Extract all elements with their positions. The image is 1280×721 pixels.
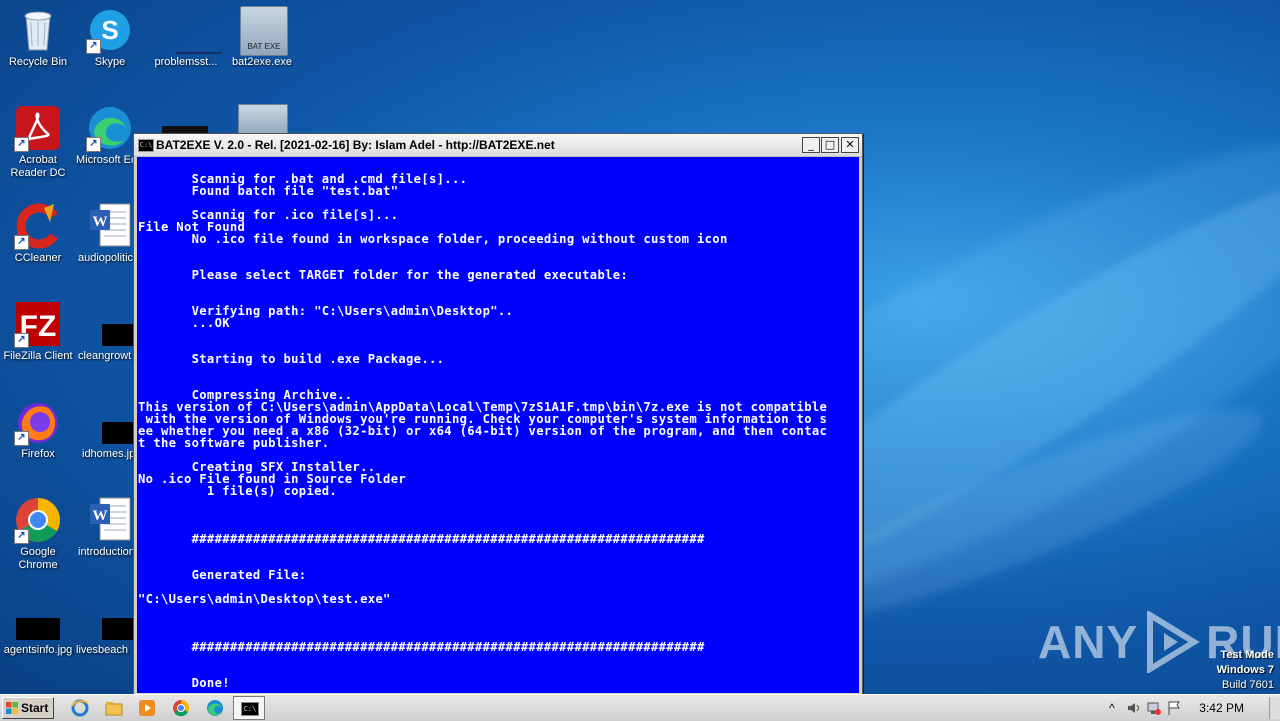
desktop-icon-agentsinfo[interactable]: agentsinfo.jpg xyxy=(0,604,76,657)
shortcut-arrow-icon: ↗ xyxy=(14,431,29,446)
image-file-icon xyxy=(14,604,62,642)
acrobat-icon: ↗ xyxy=(14,104,62,152)
desktop-icon-label: Recycle Bin xyxy=(8,56,68,68)
volume-icon[interactable] xyxy=(1126,700,1142,716)
firefox-icon: ↗ xyxy=(14,398,62,446)
image-file-icon xyxy=(86,398,146,446)
close-button[interactable]: ✕ xyxy=(841,137,859,153)
maximize-button[interactable]: □ xyxy=(821,137,839,153)
show-hidden-icons-icon[interactable]: ^ xyxy=(1104,700,1120,716)
desktop-icon-filezilla[interactable]: FZ ↗ FileZilla Client xyxy=(0,300,76,363)
console-window[interactable]: C:\ BAT2EXE V. 2.0 - Rel. [2021-02-16] B… xyxy=(133,133,863,697)
play-logo-icon xyxy=(1147,611,1200,673)
desktop-icon-label: Google Chrome xyxy=(18,546,58,571)
console-title: BAT2EXE V. 2.0 - Rel. [2021-02-16] By: I… xyxy=(156,138,555,152)
system-tray: ^ 3:42 PM xyxy=(1100,695,1280,721)
chrome-taskbar-icon[interactable] xyxy=(171,698,191,718)
console-titlebar[interactable]: C:\ BAT2EXE V. 2.0 - Rel. [2021-02-16] B… xyxy=(134,134,862,157)
shortcut-arrow-icon: ↗ xyxy=(14,333,29,348)
shortcut-arrow-icon: ↗ xyxy=(14,137,29,152)
windows-version-text: Windows 7 xyxy=(1216,664,1274,676)
minimize-button[interactable]: _ xyxy=(802,137,820,153)
start-button[interactable]: Start xyxy=(2,697,54,719)
taskbar-console-button[interactable]: C:\ xyxy=(233,696,265,720)
console-output-area[interactable]: Scannig for .bat and .cmd file[s]... Fou… xyxy=(137,157,859,693)
svg-text:S: S xyxy=(101,15,118,45)
file-explorer-icon[interactable] xyxy=(104,698,124,718)
show-desktop-button[interactable] xyxy=(1269,697,1280,719)
shortcut-arrow-icon: ↗ xyxy=(14,529,29,544)
edge-icon: ↗ xyxy=(86,104,134,152)
internet-explorer-icon[interactable] xyxy=(70,698,90,718)
word-document-icon: W xyxy=(86,496,134,544)
watermark-text-left: ANY xyxy=(1038,616,1139,668)
shortcut-arrow-icon: ↗ xyxy=(86,39,101,54)
desktop-icon-label: Skype xyxy=(94,56,126,68)
network-icon[interactable] xyxy=(1146,700,1162,716)
shortcut-arrow-icon: ↗ xyxy=(14,235,29,250)
media-player-icon[interactable] xyxy=(137,698,157,718)
desktop-icon-label: Acrobat Reader DC xyxy=(10,154,66,179)
svg-text:W: W xyxy=(93,508,108,524)
bat2exe-app-icon: BAT EXE xyxy=(238,6,288,56)
svg-text:W: W xyxy=(93,214,108,230)
shortcut-arrow-icon: ↗ xyxy=(86,137,101,152)
console-output-text: Scannig for .bat and .cmd file[s]... Fou… xyxy=(138,172,828,690)
skype-icon: S ↗ xyxy=(86,6,134,54)
start-label: Start xyxy=(21,701,49,715)
image-file-icon xyxy=(86,604,146,642)
chrome-icon: ↗ xyxy=(14,496,62,544)
desktop-icon-label: bat2exe.exe xyxy=(232,56,292,68)
desktop-icon-problemsst[interactable]: problemsst... xyxy=(148,6,224,69)
edge-taskbar-icon[interactable] xyxy=(205,698,225,718)
recycle-bin-icon xyxy=(14,6,62,54)
ccleaner-icon: ↗ xyxy=(14,202,62,250)
image-file-icon xyxy=(86,300,146,348)
partial-desktop-icon xyxy=(238,104,288,136)
desktop-icon-firefox[interactable]: ↗ Firefox xyxy=(0,398,76,461)
cmd-icon: C:\ xyxy=(138,139,154,152)
test-mode-text: Test Mode xyxy=(1220,649,1274,661)
clock[interactable]: 3:42 PM xyxy=(1199,701,1244,715)
file-icon xyxy=(162,6,222,54)
desktop-icon-label: agentsinfo.jpg xyxy=(3,644,73,656)
desktop-icon-ccleaner[interactable]: ↗ CCleaner xyxy=(0,202,76,265)
windows-logo-icon xyxy=(6,702,18,714)
build-number-text: Build 7601 xyxy=(1222,679,1274,691)
desktop-icon-label: CCleaner xyxy=(14,252,62,264)
filezilla-icon: FZ ↗ xyxy=(14,300,62,348)
desktop-icon-acrobat[interactable]: ↗ Acrobat Reader DC xyxy=(0,104,76,180)
taskbar: Start C:\ ^ 3:42 PM xyxy=(0,694,1280,721)
desktop-icon-recycle-bin[interactable]: Recycle Bin xyxy=(0,6,76,69)
desktop-icon-label: problemsst... xyxy=(154,56,218,68)
word-document-icon: W xyxy=(86,202,134,250)
cmd-taskbar-icon: C:\ xyxy=(241,702,259,716)
windows-build-info: Test Mode Windows 7 Build 7601 xyxy=(1217,648,1274,693)
desktop-icon-label: Firefox xyxy=(21,448,55,460)
desktop-icon-skype[interactable]: S ↗ Skype xyxy=(72,6,148,69)
desktop-icon-google-chrome[interactable]: ↗ Google Chrome xyxy=(0,496,76,572)
desktop-icon-bat2exe[interactable]: BAT EXE bat2exe.exe xyxy=(224,6,300,69)
action-center-flag-icon[interactable] xyxy=(1166,700,1182,716)
desktop-icon-label: FileZilla Client xyxy=(3,350,73,362)
